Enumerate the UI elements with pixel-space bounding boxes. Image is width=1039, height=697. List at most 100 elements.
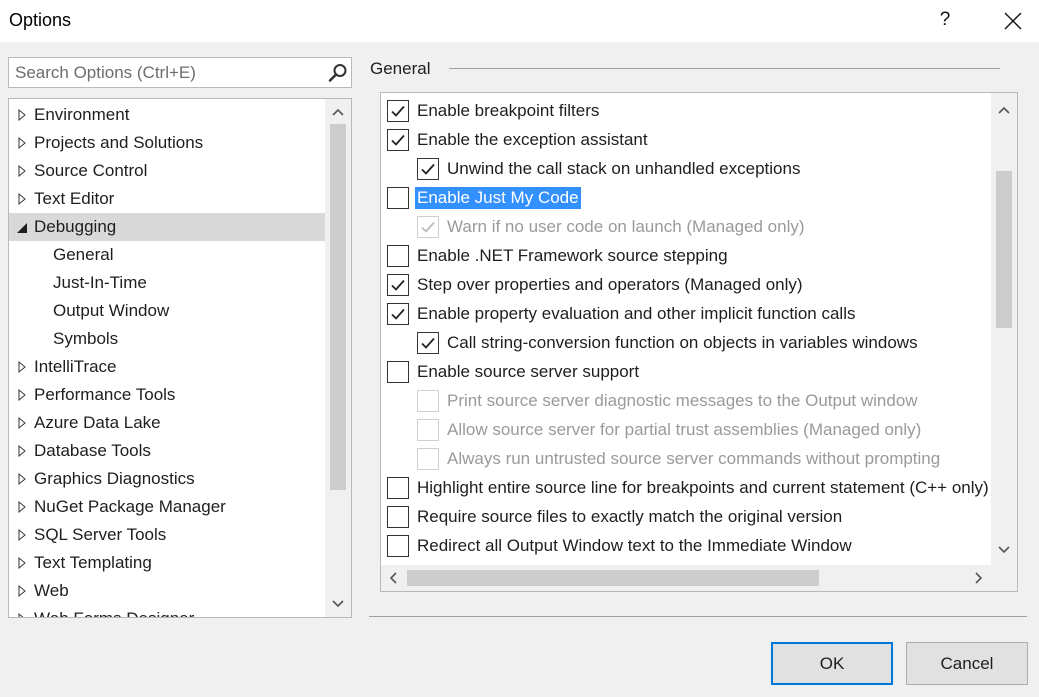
triangle-right-icon[interactable] (15, 101, 29, 129)
tree-item[interactable]: General (9, 241, 325, 269)
search-icon[interactable] (327, 62, 349, 84)
tree-item-label: Environment (34, 105, 130, 124)
triangle-right-icon[interactable] (15, 381, 29, 409)
option-label[interactable]: Enable the exception assistant (417, 129, 648, 151)
tree-item[interactable]: Web (9, 577, 325, 605)
triangle-right-icon[interactable] (15, 493, 29, 521)
triangle-right-icon[interactable] (15, 465, 29, 493)
triangle-right-icon[interactable] (15, 157, 29, 185)
option-checkbox (417, 419, 439, 441)
tree-item[interactable]: Just-In-Time (9, 269, 325, 297)
tree-item[interactable]: Symbols (9, 325, 325, 353)
option-label[interactable]: Highlight entire source line for breakpo… (417, 477, 989, 499)
tree-item[interactable]: Output Window (9, 297, 325, 325)
triangle-right-icon[interactable] (15, 577, 29, 605)
chevron-down-icon[interactable] (991, 539, 1017, 561)
triangle-right-icon[interactable] (15, 129, 29, 157)
chevron-right-icon[interactable] (967, 567, 989, 589)
search-box[interactable] (8, 57, 352, 88)
option-label: Warn if no user code on launch (Managed … (447, 217, 805, 236)
option-label[interactable]: Step over properties and operators (Mana… (417, 274, 803, 296)
help-button[interactable]: ? (925, 4, 965, 38)
tree-item[interactable]: Database Tools (9, 437, 325, 465)
tree-item[interactable]: NuGet Package Manager (9, 493, 325, 521)
options-horizontal-scrollbar-thumb[interactable] (407, 570, 819, 586)
option-label: Always run untrusted source server comma… (447, 449, 941, 468)
option-checkbox[interactable] (387, 361, 409, 383)
tree-item[interactable]: IntelliTrace (9, 353, 325, 381)
tree-item[interactable]: Web Forms Designer (9, 605, 325, 618)
option-checkbox[interactable] (417, 158, 439, 180)
triangle-down-icon[interactable] (15, 213, 29, 241)
option-checkbox[interactable] (387, 535, 409, 557)
chevron-down-icon[interactable] (325, 593, 351, 615)
tree-item-label: Performance Tools (34, 385, 176, 404)
option-row: Require source files to exactly match th… (387, 504, 991, 530)
option-label[interactable]: Call string-conversion function on objec… (447, 332, 918, 354)
tree-item[interactable]: Performance Tools (9, 381, 325, 409)
option-checkbox[interactable] (387, 477, 409, 499)
tree-item-label: General (53, 245, 114, 264)
option-checkbox[interactable] (387, 100, 409, 122)
triangle-right-icon[interactable] (15, 437, 29, 465)
tree-item[interactable]: Projects and Solutions (9, 129, 325, 157)
triangle-right-icon[interactable] (15, 185, 29, 213)
option-row: Enable source server support (387, 359, 991, 385)
triangle-right-icon[interactable] (15, 353, 29, 381)
tree-scrollbar[interactable] (325, 99, 351, 617)
ok-button[interactable]: OK (771, 642, 893, 685)
option-row: Enable property evaluation and other imp… (387, 301, 991, 327)
option-label[interactable]: Enable source server support (417, 361, 639, 383)
options-vertical-scrollbar-thumb[interactable] (996, 171, 1012, 328)
tree-item[interactable]: SQL Server Tools (9, 521, 325, 549)
option-label[interactable]: Enable breakpoint filters (417, 100, 599, 122)
tree-item[interactable]: Graphics Diagnostics (9, 465, 325, 493)
check-icon (391, 105, 405, 117)
options-horizontal-scrollbar[interactable] (381, 565, 991, 591)
option-checkbox[interactable] (387, 274, 409, 296)
chevron-left-icon[interactable] (383, 567, 405, 589)
chevron-up-icon[interactable] (325, 101, 351, 123)
bottom-divider (369, 616, 1027, 617)
check-icon (421, 163, 435, 175)
tree-item[interactable]: Source Control (9, 157, 325, 185)
option-label[interactable]: Redirect all Output Window text to the I… (417, 535, 852, 557)
tree-scrollbar-thumb[interactable] (330, 124, 346, 490)
option-row: Step over properties and operators (Mana… (387, 272, 991, 298)
option-checkbox[interactable] (387, 187, 409, 209)
tree-item-label: Database Tools (34, 441, 151, 460)
close-button[interactable] (990, 4, 1034, 38)
options-tree[interactable]: Environment Projects and Solutions Source … (8, 98, 352, 618)
triangle-right-icon[interactable] (15, 409, 29, 437)
cancel-button[interactable]: Cancel (906, 642, 1028, 685)
option-label[interactable]: Enable property evaluation and other imp… (417, 303, 855, 325)
option-label[interactable]: Unwind the call stack on unhandled excep… (447, 158, 800, 180)
option-checkbox[interactable] (387, 129, 409, 151)
tree-item[interactable]: Azure Data Lake (9, 409, 325, 437)
search-input[interactable] (15, 61, 315, 84)
triangle-right-icon[interactable] (15, 549, 29, 577)
triangle-right-icon[interactable] (15, 605, 29, 618)
scrollbar-corner (991, 565, 1017, 591)
option-checkbox[interactable] (387, 303, 409, 325)
check-icon (391, 279, 405, 291)
tree-item-label: Web (34, 581, 69, 600)
option-label[interactable]: Require source files to exactly match th… (417, 506, 842, 528)
option-checkbox[interactable] (417, 332, 439, 354)
tree-item-label: Graphics Diagnostics (34, 469, 195, 488)
tree-item[interactable]: Text Editor (9, 185, 325, 213)
chevron-up-icon[interactable] (991, 99, 1017, 121)
option-checkbox[interactable] (387, 245, 409, 267)
tree-item-label: Azure Data Lake (34, 413, 161, 432)
tree-item[interactable]: Text Templating (9, 549, 325, 577)
option-label[interactable]: Enable .NET Framework source stepping (417, 245, 728, 267)
options-vertical-scrollbar[interactable] (991, 93, 1017, 565)
option-checkbox[interactable] (387, 506, 409, 528)
triangle-right-icon[interactable] (15, 521, 29, 549)
tree-item[interactable]: Environment (9, 101, 325, 129)
options-list[interactable]: Enable breakpoint filters Enable the exce… (380, 92, 1018, 592)
option-row: Print source server diagnostic messages … (417, 388, 991, 414)
option-label[interactable]: Enable Just My Code (415, 187, 581, 209)
tree-item[interactable]: Debugging (9, 213, 325, 241)
tree-item-label: SQL Server Tools (34, 525, 167, 544)
